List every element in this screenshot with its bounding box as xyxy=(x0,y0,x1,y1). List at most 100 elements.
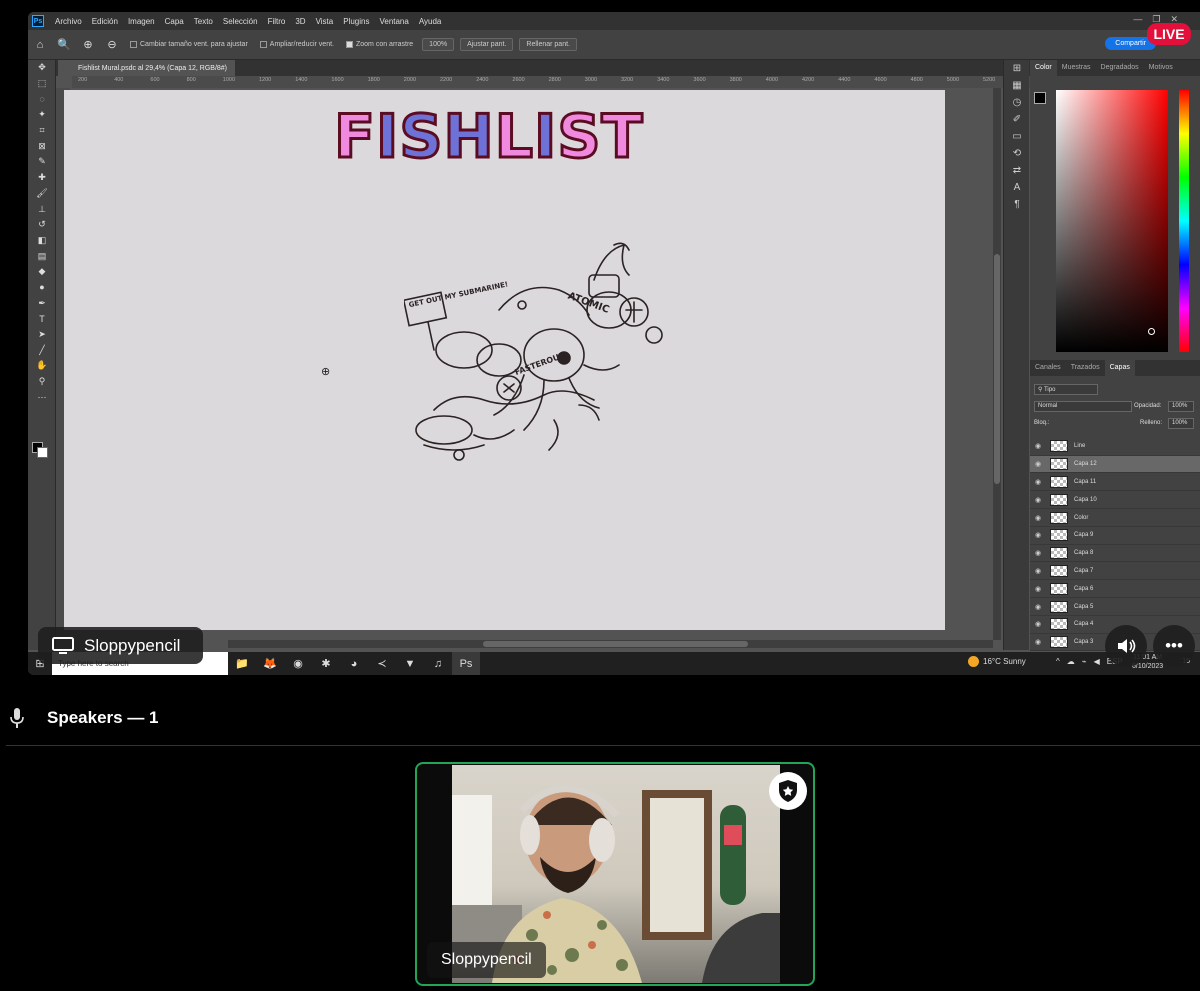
layer-row[interactable]: ◉ Capa 10 xyxy=(1030,491,1200,510)
properties-icon[interactable]: ▦ xyxy=(1004,77,1030,94)
vscode-icon[interactable]: ≺ xyxy=(368,652,396,675)
menu-texto[interactable]: Texto xyxy=(189,17,218,26)
minimize-icon[interactable]: — xyxy=(1133,14,1142,25)
zoom-tool-icon[interactable]: 🔍 xyxy=(55,36,73,54)
zoom-in-icon[interactable]: ⊕ xyxy=(79,36,97,54)
brush-tool-icon[interactable]: 🖌 xyxy=(28,186,56,202)
layer-filter-select[interactable]: ⚲ Tipo xyxy=(1034,384,1098,395)
menu-ventana[interactable]: Ventana xyxy=(374,17,413,26)
menu-edicion[interactable]: Edición xyxy=(87,17,123,26)
menu-filtro[interactable]: Filtro xyxy=(263,17,291,26)
speaker-tile[interactable]: Sloppypencil xyxy=(415,762,815,986)
chrome-icon[interactable]: ◉ xyxy=(284,652,312,675)
canvas-vertical-scrollbar[interactable] xyxy=(993,88,1001,640)
fit-screen-button[interactable]: Ajustar pant. xyxy=(460,38,514,51)
layer-row[interactable]: ◉ Capa 11 xyxy=(1030,474,1200,492)
fill-screen-button[interactable]: Rellenar pant. xyxy=(519,38,577,51)
crop-tool-icon[interactable]: ⌗ xyxy=(28,123,56,139)
hand-tool-icon[interactable]: ✋ xyxy=(28,358,56,374)
pen-tool-icon[interactable]: ✒ xyxy=(28,295,56,311)
blur-tool-icon[interactable]: ◆ xyxy=(28,264,56,280)
layer-row[interactable]: ◉ Capa 5 xyxy=(1030,598,1200,616)
visibility-eye-icon[interactable]: ◉ xyxy=(1030,496,1046,504)
menu-3d[interactable]: 3D xyxy=(290,17,310,26)
stream-volume-button[interactable] xyxy=(1105,625,1147,667)
canvas-horizontal-scrollbar[interactable] xyxy=(228,640,993,648)
layer-row[interactable]: ◉ Color xyxy=(1030,509,1200,527)
weather-widget[interactable]: 16°C Sunny xyxy=(968,656,1026,667)
document-canvas[interactable]: FISHLISTFISHLIST xyxy=(64,90,945,630)
fit-window-checkbox[interactable]: Cambiar tamaño vent. para ajustar xyxy=(130,41,248,48)
firefox-icon[interactable]: 🦊 xyxy=(256,652,284,675)
zoom-out-icon[interactable]: ⊖ xyxy=(103,36,121,54)
zoom-tool-icon[interactable]: ⚲ xyxy=(28,374,56,390)
healing-brush-icon[interactable]: ✚ xyxy=(28,170,56,186)
layer-row[interactable]: ◉ Capa 6 xyxy=(1030,580,1200,599)
document-tab[interactable]: Fishlist Mural.psdc al 29,4% (Capa 12, R… xyxy=(58,60,236,76)
paragraph-icon[interactable]: ¶ xyxy=(1004,196,1030,213)
eraser-tool-icon[interactable]: ◧ xyxy=(28,233,56,249)
screen-share-stream[interactable]: Ps Archivo Edición Imagen Capa Texto Sel… xyxy=(28,12,1200,675)
tab-paths[interactable]: Trazados xyxy=(1066,360,1105,376)
tab-color[interactable]: Color xyxy=(1030,60,1057,76)
visibility-eye-icon[interactable]: ◉ xyxy=(1030,531,1046,539)
visibility-eye-icon[interactable]: ◉ xyxy=(1030,567,1046,575)
visibility-eye-icon[interactable]: ◉ xyxy=(1030,460,1046,468)
fill-field[interactable]: 100% xyxy=(1168,418,1194,429)
layer-row[interactable]: ◉ Capa 8 xyxy=(1030,545,1200,563)
more-tools-icon[interactable]: ⋯ xyxy=(28,389,56,405)
frame-tool-icon[interactable]: ⊠ xyxy=(28,138,56,154)
menu-seleccion[interactable]: Selección xyxy=(218,17,263,26)
history-icon[interactable]: ◷ xyxy=(1004,94,1030,111)
move-tool-icon[interactable]: ✥ xyxy=(28,60,56,76)
layer-row[interactable]: ◉ Capa 12 xyxy=(1030,455,1200,474)
color-picker-handle[interactable] xyxy=(1148,328,1155,335)
home-icon[interactable]: ⌂ xyxy=(31,36,49,54)
history-brush-icon[interactable]: ↺ xyxy=(28,217,56,233)
vertical-scroll-thumb[interactable] xyxy=(994,254,1000,484)
tab-channels[interactable]: Canales xyxy=(1030,360,1066,376)
layer-row[interactable]: ◉ Line xyxy=(1030,438,1200,456)
cloud-icon[interactable]: ☁ xyxy=(1067,657,1075,666)
menu-capa[interactable]: Capa xyxy=(160,17,189,26)
zoom-drag-checkbox[interactable]: Zoom con arrastre xyxy=(345,41,413,48)
background-color-swatch[interactable] xyxy=(37,447,48,458)
panel-foreground-swatch[interactable] xyxy=(1034,92,1046,104)
magic-wand-icon[interactable]: ✦ xyxy=(28,107,56,123)
eyedropper-icon[interactable]: ✎ xyxy=(28,154,56,170)
opacity-field[interactable]: 100% xyxy=(1168,401,1194,412)
discord-icon[interactable]: ◕ xyxy=(340,652,368,675)
gradient-tool-icon[interactable]: ▤ xyxy=(28,248,56,264)
visibility-eye-icon[interactable]: ◉ xyxy=(1030,549,1046,557)
lasso-tool-icon[interactable]: ◌ xyxy=(28,91,56,107)
layer-row[interactable]: ◉ Capa 7 xyxy=(1030,563,1200,581)
stamp-tool-icon[interactable]: ⊥ xyxy=(28,201,56,217)
brush-settings-icon[interactable]: ✐ xyxy=(1004,111,1030,128)
spotify-icon[interactable]: ♫ xyxy=(424,652,452,675)
blend-mode-select[interactable]: Normal xyxy=(1034,401,1132,412)
photoshop-taskbar-icon[interactable]: Ps xyxy=(452,652,480,675)
menu-imagen[interactable]: Imagen xyxy=(123,17,160,26)
line-tool-icon[interactable]: ╱ xyxy=(28,342,56,358)
file-explorer-icon[interactable]: 📁 xyxy=(228,652,256,675)
visibility-eye-icon[interactable]: ◉ xyxy=(1030,478,1046,486)
menu-vista[interactable]: Vista xyxy=(311,17,339,26)
comments-icon[interactable]: ▭ xyxy=(1004,128,1030,145)
menu-archivo[interactable]: Archivo xyxy=(50,17,87,26)
color-picker-field[interactable] xyxy=(1056,90,1168,352)
brave-icon[interactable]: ▼ xyxy=(396,652,424,675)
dodge-tool-icon[interactable]: ● xyxy=(28,280,56,296)
network-icon[interactable]: ⌁ xyxy=(1082,657,1087,666)
tab-layers[interactable]: Capas xyxy=(1104,360,1135,376)
zoom-100-button[interactable]: 100% xyxy=(422,38,455,51)
path-select-icon[interactable]: ➤ xyxy=(28,327,56,343)
app-icon[interactable]: ✱ xyxy=(312,652,340,675)
layer-row[interactable]: ◉ Capa 9 xyxy=(1030,527,1200,545)
character-icon[interactable]: A xyxy=(1004,179,1030,196)
stream-more-button[interactable]: ••• xyxy=(1153,625,1195,667)
visibility-eye-icon[interactable]: ◉ xyxy=(1030,638,1046,646)
scrubby-zoom-option[interactable]: Ampliar/reducir vent. xyxy=(259,41,334,48)
visibility-eye-icon[interactable]: ◉ xyxy=(1030,620,1046,628)
tray-chevron-icon[interactable]: ^ xyxy=(1056,657,1060,666)
hue-slider[interactable] xyxy=(1179,90,1189,352)
